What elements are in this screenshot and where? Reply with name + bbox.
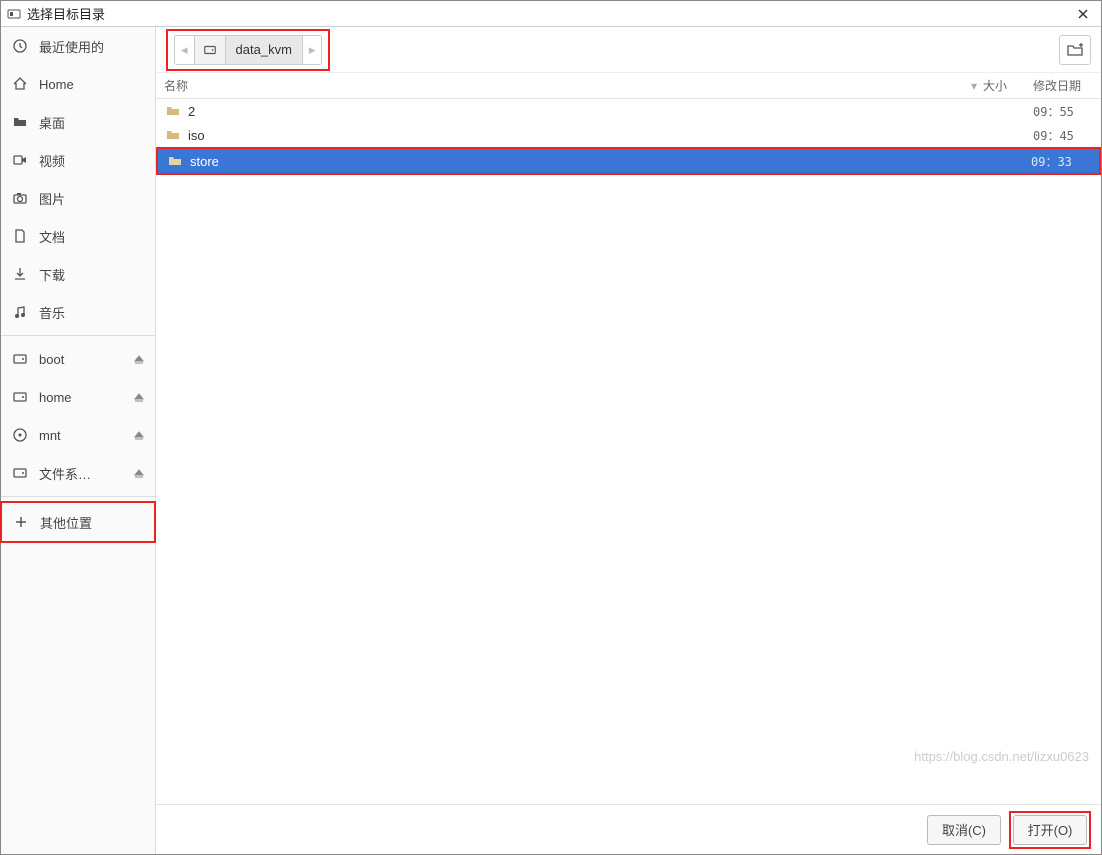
eject-icon[interactable] [133,391,145,403]
sidebar-item-downloads[interactable]: 下载 [1,255,155,293]
folder-icon [166,155,184,167]
file-name: 2 [188,104,983,119]
sidebar-separator [1,496,155,497]
cancel-button[interactable]: 取消(C) [927,815,1001,845]
sidebar-item-videos[interactable]: 视频 [1,141,155,179]
home-icon [11,76,29,92]
sidebar-item-label: home [39,390,123,405]
drive-icon [11,351,29,367]
download-icon [11,266,29,282]
sidebar-item-label: 图片 [39,189,145,208]
folder-icon [164,129,182,141]
document-icon [11,228,29,244]
disc-icon [11,427,29,443]
file-row[interactable]: store 09：33 [158,149,1099,173]
clock-icon [11,38,29,54]
sidebar-item-pictures[interactable]: 图片 [1,179,155,217]
music-icon [11,304,29,320]
sidebar-item-label: boot [39,352,123,367]
breadcrumb: ◂ data_kvm ▸ [174,35,322,65]
column-date[interactable]: 修改日期 [1033,77,1093,94]
sidebar-item-label: mnt [39,428,123,443]
sidebar-item-label: 下载 [39,265,145,284]
sidebar-item-label: 其他位置 [40,513,144,532]
sidebar-device-home[interactable]: home [1,378,155,416]
sidebar-item-label: 视频 [39,151,145,170]
drive-icon [11,465,29,481]
close-button[interactable] [1071,4,1095,24]
sidebar-item-label: 文件系… [39,464,123,483]
sidebar-device-mnt[interactable]: mnt [1,416,155,454]
camera-icon [11,190,29,206]
pathbar: ◂ data_kvm ▸ [156,27,1101,73]
folder-icon [164,105,182,117]
sidebar-item-documents[interactable]: 文档 [1,217,155,255]
sidebar-item-label: 最近使用的 [39,37,145,56]
file-row[interactable]: iso 09：45 [156,123,1101,147]
sidebar-item-label: 文档 [39,227,145,246]
sidebar-device-boot[interactable]: boot [1,340,155,378]
sidebar: 最近使用的 Home 桌面 视频 图片 文档 [1,27,156,854]
column-headers: 名称 ▾ 大小 修改日期 [156,73,1101,99]
sidebar-item-recent[interactable]: 最近使用的 [1,27,155,65]
folder-icon [11,114,29,130]
sidebar-item-music[interactable]: 音乐 [1,293,155,331]
file-row[interactable]: 2 09：55 [156,99,1101,123]
column-name[interactable]: 名称 ▾ [164,77,983,94]
sidebar-item-label: 桌面 [39,113,145,132]
breadcrumb-back[interactable]: ◂ [175,36,195,64]
file-chooser-window: 选择目标目录 最近使用的 Home 桌面 视频 [0,0,1102,855]
new-folder-button[interactable] [1059,35,1091,65]
main-pane: ◂ data_kvm ▸ 名称 ▾ 大小 [156,27,1101,854]
breadcrumb-root[interactable] [195,36,226,64]
breadcrumb-segment[interactable]: data_kvm [226,36,303,64]
sidebar-item-desktop[interactable]: 桌面 [1,103,155,141]
file-name: store [190,154,981,169]
video-icon [11,152,29,168]
eject-icon[interactable] [133,429,145,441]
file-date: 09：55 [1033,103,1093,120]
footer: 取消(C) 打开(O) [156,804,1101,854]
eject-icon[interactable] [133,353,145,365]
breadcrumb-forward[interactable]: ▸ [303,36,322,64]
watermark: https://blog.csdn.net/lizxu0623 [914,749,1089,764]
titlebar: 选择目标目录 [1,1,1101,27]
open-button[interactable]: 打开(O) [1013,815,1087,845]
column-name-label: 名称 [164,77,188,94]
eject-icon[interactable] [133,467,145,479]
sidebar-item-label: 音乐 [39,303,145,322]
file-name: iso [188,128,983,143]
file-date: 09：33 [1031,153,1091,170]
sidebar-other-locations[interactable]: 其他位置 [2,503,154,541]
file-date: 09：45 [1033,127,1093,144]
sidebar-item-home[interactable]: Home [1,65,155,103]
window-title: 选择目标目录 [27,4,1071,23]
app-icon [7,8,21,20]
sort-indicator-icon: ▾ [971,79,977,93]
column-size[interactable]: 大小 [983,77,1033,94]
sidebar-device-filesystem[interactable]: 文件系… [1,454,155,492]
file-list: 2 09：55 iso 09：45 store 09：33 [156,99,1101,804]
plus-icon [12,515,30,529]
sidebar-item-label: Home [39,77,145,92]
drive-icon [11,389,29,405]
sidebar-separator [1,335,155,336]
